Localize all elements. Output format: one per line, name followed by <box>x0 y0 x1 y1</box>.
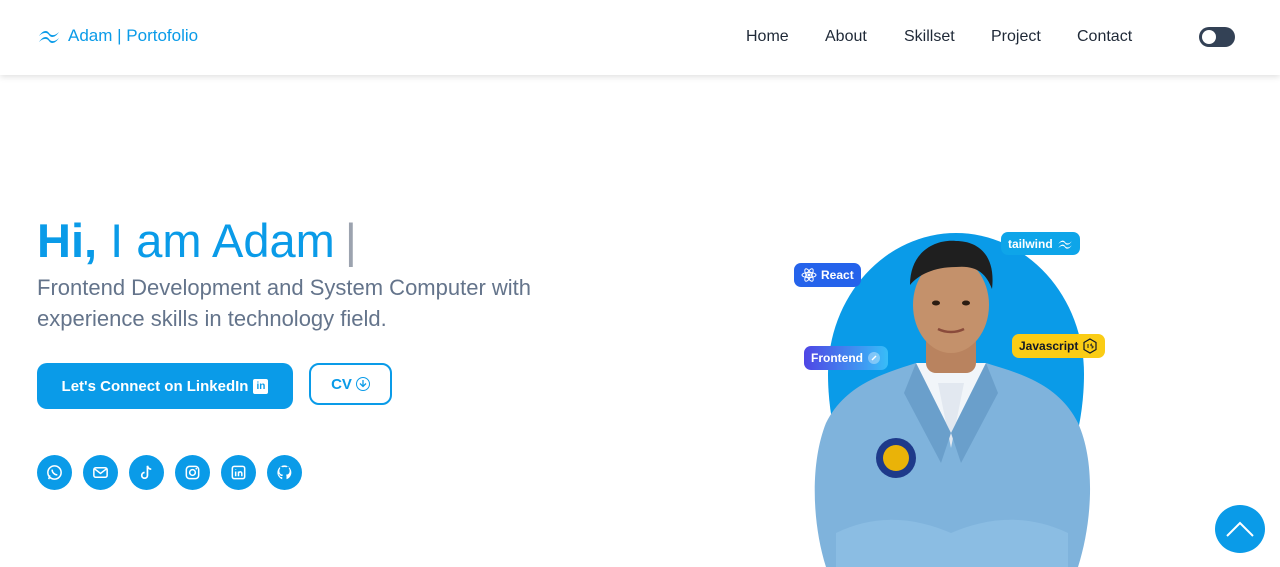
theme-toggle[interactable] <box>1199 27 1235 47</box>
chip-react: React <box>794 263 861 287</box>
github-icon[interactable] <box>267 455 302 490</box>
chip-frontend-label: Frontend <box>811 351 863 365</box>
chip-tailwind: tailwind <box>1001 232 1080 255</box>
scroll-to-top-button[interactable] <box>1215 505 1265 553</box>
tailwind-icon <box>1058 240 1072 249</box>
hero-subtitle: Frontend Development and System Computer… <box>37 275 532 331</box>
navbar: Adam | Portofolio Home About Skillset Pr… <box>0 0 1280 75</box>
linkedin-button-label: Let's Connect on LinkedIn <box>61 377 249 395</box>
hero-greeting-rest: I am Adam <box>110 214 335 267</box>
tiktok-icon[interactable] <box>129 455 164 490</box>
chevron-up-icon <box>1226 521 1254 537</box>
nodejs-icon <box>1083 338 1097 354</box>
frontend-icon <box>868 352 880 364</box>
hero-greeting-bold: Hi, <box>37 214 98 267</box>
nav-skillset[interactable]: Skillset <box>904 28 955 46</box>
cv-download-button[interactable]: CV <box>309 363 392 405</box>
nav-about[interactable]: About <box>825 28 867 46</box>
tailwind-logo-icon <box>39 31 59 43</box>
chip-javascript-label: Javascript <box>1019 339 1079 353</box>
whatsapp-icon[interactable] <box>37 455 72 490</box>
nav-home[interactable]: Home <box>746 28 789 46</box>
nav-project[interactable]: Project <box>991 28 1041 46</box>
typing-caret: | <box>344 214 357 267</box>
cv-button-label: CV <box>331 375 352 393</box>
linkedin-connect-button[interactable]: Let's Connect on LinkedIn in <box>37 363 293 409</box>
download-icon <box>355 377 370 391</box>
linkedin-icon: in <box>253 378 269 394</box>
chip-tailwind-label: tailwind <box>1008 236 1053 251</box>
chip-javascript: Javascript <box>1012 334 1106 358</box>
chip-frontend: Frontend <box>804 346 888 370</box>
instagram-icon[interactable] <box>175 455 210 490</box>
hero-title: Hi, I am Adam | <box>37 213 357 268</box>
brand-label: Adam | Portofolio <box>68 26 199 45</box>
chip-react-label: React <box>821 268 854 282</box>
toggle-knob <box>1202 30 1216 44</box>
nav-contact[interactable]: Contact <box>1077 28 1132 46</box>
linkedin-social-icon[interactable] <box>221 455 256 490</box>
react-icon <box>801 268 817 282</box>
mail-icon[interactable] <box>83 455 118 490</box>
brand-link[interactable]: Adam | Portofolio <box>37 26 198 46</box>
